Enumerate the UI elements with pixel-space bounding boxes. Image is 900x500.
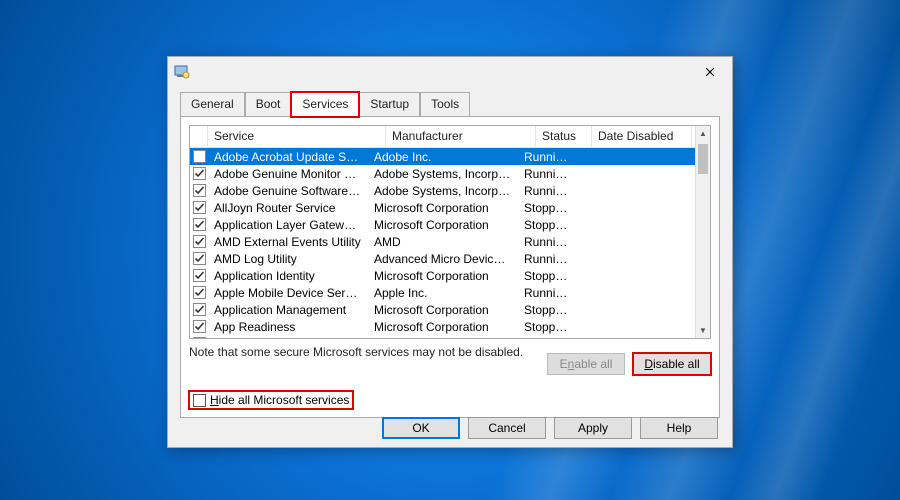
table-row[interactable]: Application IdentityMicrosoft Corporatio…	[190, 267, 695, 284]
tab-general[interactable]: General	[180, 92, 245, 117]
table-row[interactable]: Apple Mobile Device ServiceApple Inc.Run…	[190, 284, 695, 301]
scroll-up-icon[interactable]: ▲	[696, 126, 710, 141]
cell-manufacturer: Adobe Systems, Incorpora...	[368, 184, 518, 198]
table-row[interactable]: Adobe Acrobat Update ServiceAdobe Inc.Ru…	[190, 148, 695, 165]
row-checkbox[interactable]	[190, 337, 208, 338]
col-manufacturer[interactable]: Manufacturer	[386, 126, 536, 147]
cell-status: Running	[518, 167, 574, 181]
close-button[interactable]	[688, 57, 732, 87]
scroll-thumb[interactable]	[698, 144, 708, 174]
dialog-buttons: OK Cancel Apply Help	[168, 409, 732, 447]
cell-service: Application Identity	[208, 269, 368, 283]
cell-status: Stopped	[518, 320, 574, 334]
cell-manufacturer: AMD	[368, 235, 518, 249]
row-checkbox[interactable]	[190, 167, 208, 180]
table-row[interactable]: Application ManagementMicrosoft Corporat…	[190, 301, 695, 318]
cell-status: Stopped	[518, 303, 574, 317]
help-button[interactable]: Help	[640, 417, 718, 439]
cell-manufacturer: Microsoft Corporation	[368, 320, 518, 334]
cell-status: Running	[518, 235, 574, 249]
apply-button[interactable]: Apply	[554, 417, 632, 439]
table-row[interactable]: Application Layer Gateway ServiceMicroso…	[190, 216, 695, 233]
cell-manufacturer: Adobe Systems, Incorpora...	[368, 167, 518, 181]
tabstrip: General Boot Services Startup Tools	[168, 91, 732, 116]
list-header: Service Manufacturer Status Date Disable…	[190, 126, 710, 148]
titlebar	[168, 57, 732, 87]
services-panel: Service Manufacturer Status Date Disable…	[180, 116, 720, 418]
enable-disable-row: Enable all Disable all	[547, 353, 711, 375]
cell-service: AMD Log Utility	[208, 252, 368, 266]
cell-manufacturer: Microsoft Corporation	[368, 303, 518, 317]
cell-manufacturer: Microsoft Corporation	[368, 337, 518, 339]
table-row[interactable]: AMD Log UtilityAdvanced Micro Devices, I…	[190, 250, 695, 267]
table-row[interactable]: Adobe Genuine Monitor ServiceAdobe Syste…	[190, 165, 695, 182]
cell-status: Running	[518, 252, 574, 266]
cell-service: Apple Mobile Device Service	[208, 286, 368, 300]
cell-manufacturer: Microsoft Corporation	[368, 201, 518, 215]
cell-status: Running	[518, 184, 574, 198]
cell-status: Stopped	[518, 269, 574, 283]
row-checkbox[interactable]	[190, 201, 208, 214]
scrollbar[interactable]: ▲ ▼	[695, 126, 710, 338]
tab-startup[interactable]: Startup	[359, 92, 420, 117]
cell-service: Adobe Acrobat Update Service	[208, 150, 368, 164]
table-row[interactable]: AMD External Events UtilityAMDRunning	[190, 233, 695, 250]
table-row[interactable]: AllJoyn Router ServiceMicrosoft Corporat…	[190, 199, 695, 216]
cell-service: Adobe Genuine Monitor Service	[208, 167, 368, 181]
row-checkbox[interactable]	[190, 252, 208, 265]
scroll-down-icon[interactable]: ▼	[696, 323, 710, 338]
table-row[interactable]: AppX Deployment Service (AppX...Microsof…	[190, 335, 695, 338]
list-rows: Adobe Acrobat Update ServiceAdobe Inc.Ru…	[190, 148, 695, 338]
cell-service: Application Management	[208, 303, 368, 317]
disable-all-button[interactable]: Disable all	[633, 353, 711, 375]
row-checkbox[interactable]	[190, 150, 208, 163]
cell-manufacturer: Microsoft Corporation	[368, 269, 518, 283]
cell-manufacturer: Microsoft Corporation	[368, 218, 518, 232]
tab-services[interactable]: Services	[291, 92, 359, 117]
cell-status: Stopped	[518, 201, 574, 215]
cell-status: Stopped	[518, 218, 574, 232]
row-checkbox[interactable]	[190, 218, 208, 231]
cell-manufacturer: Adobe Inc.	[368, 150, 518, 164]
cell-service: App Readiness	[208, 320, 368, 334]
row-checkbox[interactable]	[190, 303, 208, 316]
cell-service: AllJoyn Router Service	[208, 201, 368, 215]
table-row[interactable]: Adobe Genuine Software Integri...Adobe S…	[190, 182, 695, 199]
row-checkbox[interactable]	[190, 286, 208, 299]
hide-ms-services-checkbox[interactable]: Hide all Microsoft services	[189, 391, 353, 409]
cell-manufacturer: Apple Inc.	[368, 286, 518, 300]
cell-manufacturer: Advanced Micro Devices, I...	[368, 252, 518, 266]
ok-button[interactable]: OK	[382, 417, 460, 439]
tab-boot[interactable]: Boot	[245, 92, 292, 117]
cancel-button[interactable]: Cancel	[468, 417, 546, 439]
checkbox-icon	[193, 394, 206, 407]
msconfig-dialog: General Boot Services Startup Tools Serv…	[167, 56, 733, 448]
cell-service: AppX Deployment Service (AppX...	[208, 337, 368, 339]
row-checkbox[interactable]	[190, 184, 208, 197]
services-list[interactable]: Service Manufacturer Status Date Disable…	[189, 125, 711, 339]
row-checkbox[interactable]	[190, 235, 208, 248]
table-row[interactable]: App ReadinessMicrosoft CorporationStoppe…	[190, 318, 695, 335]
row-checkbox[interactable]	[190, 269, 208, 282]
cell-status: Running	[518, 150, 574, 164]
col-status[interactable]: Status	[536, 126, 592, 147]
col-service[interactable]: Service	[208, 126, 386, 147]
tab-tools[interactable]: Tools	[420, 92, 470, 117]
cell-status: Running	[518, 286, 574, 300]
cell-service: Application Layer Gateway Service	[208, 218, 368, 232]
cell-service: Adobe Genuine Software Integri...	[208, 184, 368, 198]
close-icon	[705, 67, 715, 77]
col-date-disabled[interactable]: Date Disabled	[592, 126, 692, 147]
cell-service: AMD External Events Utility	[208, 235, 368, 249]
enable-all-button: Enable all	[547, 353, 625, 375]
app-icon	[174, 64, 190, 80]
row-checkbox[interactable]	[190, 320, 208, 333]
cell-status: Stopped	[518, 337, 574, 339]
